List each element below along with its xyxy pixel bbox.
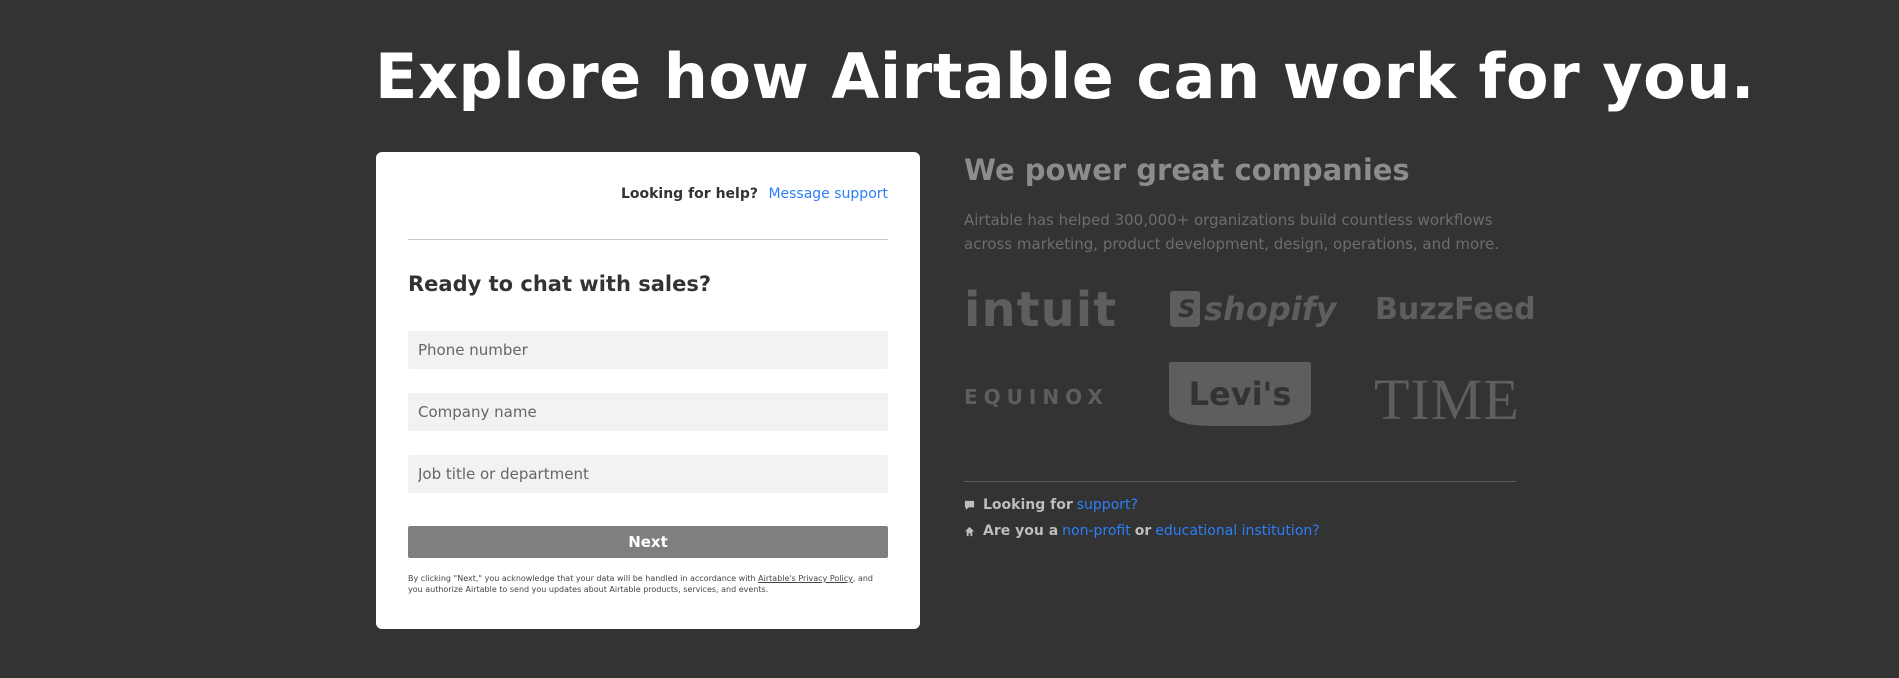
nonprofit-middle: or: [1134, 523, 1152, 539]
form-title: Ready to chat with sales?: [408, 272, 712, 296]
buzzfeed-logo: BuzzFeed: [1375, 292, 1536, 327]
company-name-input[interactable]: [408, 393, 888, 431]
card-divider: [408, 239, 888, 240]
nonprofit-row: Are you a non-profit or educational inst…: [964, 523, 1324, 539]
intuit-logo: intuit: [964, 282, 1118, 338]
support-row: Looking for support?: [964, 497, 1142, 513]
page-headline: Explore how Airtable can work for you.: [375, 40, 1755, 113]
nonprofit-prefix: Are you a: [983, 523, 1059, 539]
job-title-input[interactable]: [408, 455, 888, 493]
shopify-bag-icon: [1170, 291, 1200, 327]
message-support-link[interactable]: Message support: [768, 186, 888, 202]
next-button[interactable]: Next: [408, 526, 888, 558]
equinox-logo: EQUINOX: [964, 385, 1109, 409]
chat-bubble-icon: [964, 500, 975, 510]
shopify-logo: shopify: [1170, 290, 1336, 328]
shopify-wordmark: shopify: [1204, 290, 1337, 328]
home-icon: [964, 526, 975, 536]
privacy-policy-link[interactable]: Airtable's Privacy Policy: [758, 574, 853, 583]
privacy-disclaimer: By clicking "Next," you acknowledge that…: [408, 573, 890, 595]
phone-number-input[interactable]: [408, 331, 888, 369]
disclaimer-text-before: By clicking "Next," you acknowledge that…: [408, 574, 756, 583]
companies-description: Airtable has helped 300,000+ organizatio…: [964, 211, 1500, 253]
sales-form-card: Looking for help? Message support Ready …: [376, 152, 920, 629]
non-profit-link[interactable]: non-profit: [1062, 523, 1131, 539]
help-text: Looking for help?: [620, 186, 758, 202]
levis-logo: Levi's: [1169, 362, 1311, 426]
levis-wordmark: Levi's: [1188, 375, 1292, 413]
help-row: Looking for help? Message support: [621, 186, 888, 202]
support-prefix: Looking for: [983, 497, 1073, 513]
right-divider: [964, 481, 1516, 482]
educational-institution-link[interactable]: educational institution?: [1155, 523, 1319, 539]
support-link[interactable]: support?: [1077, 497, 1138, 513]
time-logo: TIME: [1374, 367, 1520, 432]
companies-title: We power great companies: [964, 153, 1410, 187]
